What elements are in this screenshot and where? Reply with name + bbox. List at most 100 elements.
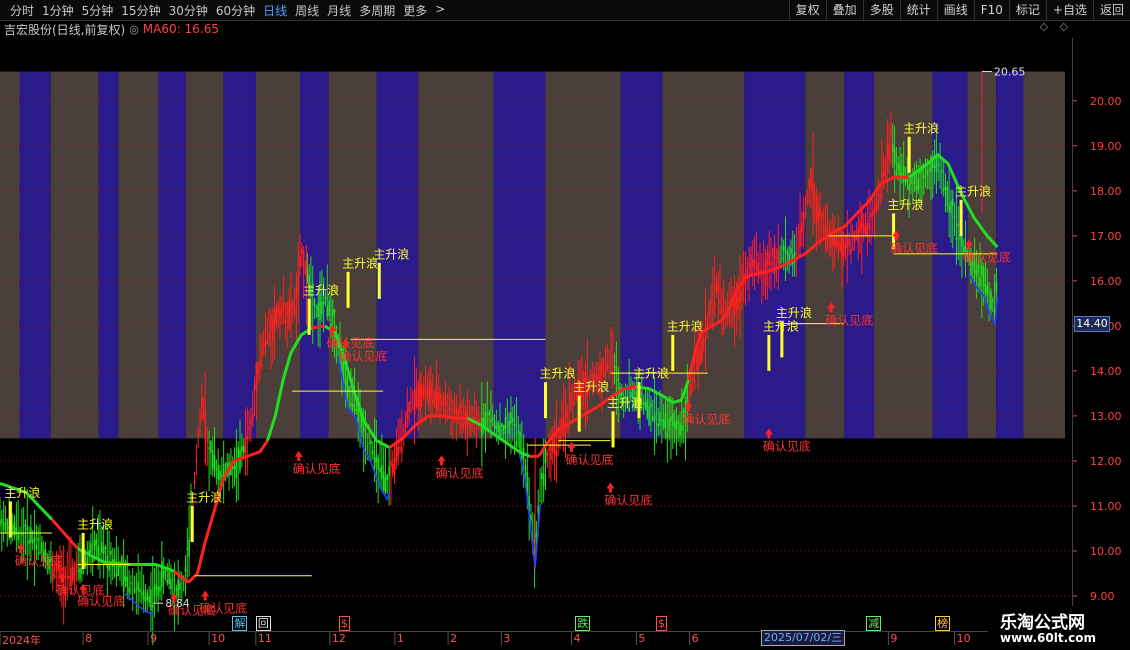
x-tick-label: 1 xyxy=(396,632,404,645)
candle-body xyxy=(877,208,880,212)
x-tick-label: 9 xyxy=(150,632,158,645)
signal-bar xyxy=(543,382,547,419)
event-tag[interactable]: 跌 xyxy=(575,616,591,631)
candle-body xyxy=(833,236,836,248)
candle-body xyxy=(657,423,660,427)
candle-body xyxy=(73,568,76,580)
candle-body xyxy=(213,455,216,472)
candle-body xyxy=(815,196,818,224)
candle-body xyxy=(819,206,821,216)
candle-body xyxy=(917,177,920,191)
candle-body xyxy=(22,541,25,543)
event-tag[interactable]: $ xyxy=(655,616,667,631)
candle-body xyxy=(381,465,383,479)
candle-body xyxy=(373,457,376,468)
candle-body xyxy=(848,239,850,246)
candle-body xyxy=(450,397,452,402)
candle-body xyxy=(281,309,283,315)
candle-body xyxy=(511,417,514,423)
up-arrow-icon xyxy=(294,450,303,461)
candle-body xyxy=(350,403,352,406)
candle-body xyxy=(328,300,330,316)
bull-wave-label: 主升浪 xyxy=(573,379,609,394)
candle-body xyxy=(331,309,334,317)
candle-body xyxy=(411,392,414,394)
candle-body xyxy=(884,160,887,170)
candle-body xyxy=(982,267,985,287)
candle-body xyxy=(768,252,770,266)
candle-body xyxy=(721,308,723,314)
candle-body xyxy=(35,545,38,549)
candle-body xyxy=(297,274,299,293)
candle-body xyxy=(797,244,800,246)
candle-body xyxy=(2,522,5,531)
candle-body xyxy=(399,447,401,450)
candle-body xyxy=(150,589,152,611)
candle-body xyxy=(671,412,674,426)
candle-body xyxy=(979,277,981,287)
candle-body xyxy=(548,447,550,451)
candle-body xyxy=(810,169,812,190)
candle-body xyxy=(644,402,647,409)
bottom-confirm-label: 确认见底 xyxy=(604,492,652,507)
event-tag[interactable]: 回 xyxy=(255,616,271,631)
candle-body xyxy=(748,262,750,267)
event-tag[interactable]: 榜 xyxy=(935,616,951,631)
candle-body xyxy=(317,303,320,317)
x-tick-label: 5 xyxy=(638,632,646,645)
candle-body xyxy=(957,223,960,226)
candle-body xyxy=(910,178,912,185)
candle-body xyxy=(491,417,494,421)
event-tag[interactable]: 解 xyxy=(232,616,248,631)
candle-body xyxy=(524,466,527,471)
candle-body xyxy=(786,250,789,255)
candle-body xyxy=(757,261,760,273)
candle-body xyxy=(257,367,259,374)
candle-body xyxy=(30,527,32,543)
bottom-confirm-label: 确认见底 xyxy=(293,461,341,476)
candle-body xyxy=(939,172,941,174)
candle-body xyxy=(277,305,279,313)
candle-body xyxy=(37,537,39,542)
candle-body xyxy=(117,563,119,577)
candle-body xyxy=(377,457,380,470)
price-chart[interactable]: 9.0010.0011.0012.0013.0014.0015.0016.001… xyxy=(0,0,1130,650)
background-band xyxy=(0,71,20,439)
candle-body xyxy=(790,248,792,254)
candle-body xyxy=(208,447,210,449)
candle-body xyxy=(175,587,178,591)
signal-bar xyxy=(780,321,784,358)
candle-body xyxy=(444,409,447,414)
candle-body xyxy=(219,470,221,481)
candle-body xyxy=(571,403,574,406)
candle-body xyxy=(364,448,367,450)
candle-body xyxy=(33,537,36,542)
candle-body xyxy=(897,163,900,171)
candle-body xyxy=(215,462,218,464)
background-band xyxy=(223,71,256,439)
candle-body xyxy=(517,430,520,433)
bull-wave-label: 主升浪 xyxy=(373,246,409,261)
candle-body xyxy=(902,166,905,183)
event-tag[interactable]: $ xyxy=(338,616,350,631)
candle-body xyxy=(101,541,103,553)
candle-body xyxy=(293,309,296,314)
candle-body xyxy=(188,538,190,557)
event-tag[interactable]: 减 xyxy=(866,616,882,631)
candle-body xyxy=(782,245,785,252)
candle-body xyxy=(246,434,249,440)
bottom-confirm-label: 确认见底 xyxy=(763,438,811,453)
candle-body xyxy=(813,191,816,200)
candle-body xyxy=(168,571,170,584)
candle-body xyxy=(659,412,661,426)
candle-body xyxy=(753,259,756,265)
candle-body xyxy=(899,164,901,177)
candle-body xyxy=(881,173,883,180)
cursor-date-badge: 2025/07/02/三 xyxy=(761,630,846,646)
bull-wave-label: 主升浪 xyxy=(955,183,991,198)
candle-body xyxy=(433,391,436,400)
candle-body xyxy=(259,362,261,367)
bottom-confirm-label: 确认见底 xyxy=(963,249,1011,264)
candle-body xyxy=(541,472,543,479)
candle-body xyxy=(975,270,978,277)
